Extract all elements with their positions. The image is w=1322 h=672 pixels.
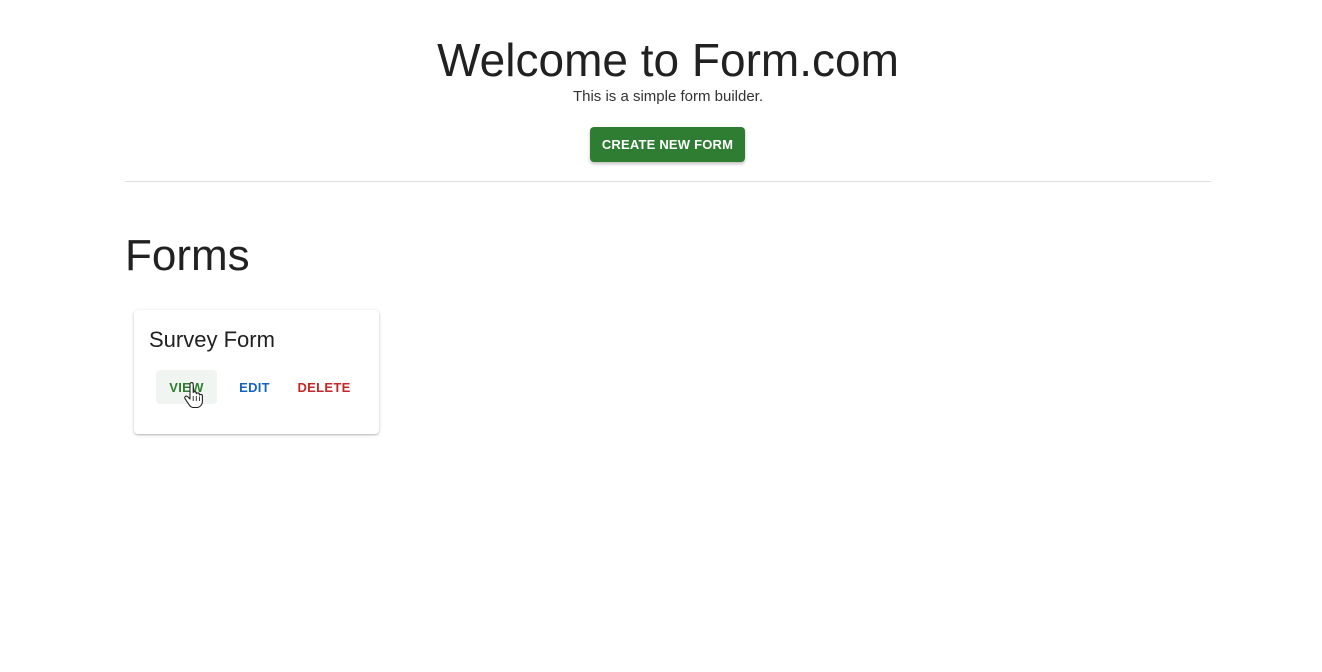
delete-form-button[interactable]: DELETE <box>292 370 356 404</box>
view-form-button[interactable]: VIEW <box>156 370 217 404</box>
forms-section-title: Forms <box>125 231 250 280</box>
page-title: Welcome to Form.com <box>437 34 899 86</box>
form-card: Survey Form VIEW EDIT DELETE <box>134 310 379 434</box>
create-new-form-button[interactable]: CREATE NEW FORM <box>590 127 745 162</box>
section-divider <box>125 181 1211 182</box>
page: Welcome to Form.com This is a simple for… <box>0 0 1322 672</box>
form-card-title: Survey Form <box>149 327 275 352</box>
page-subtitle: This is a simple form builder. <box>572 88 764 105</box>
edit-form-button[interactable]: EDIT <box>224 370 285 404</box>
